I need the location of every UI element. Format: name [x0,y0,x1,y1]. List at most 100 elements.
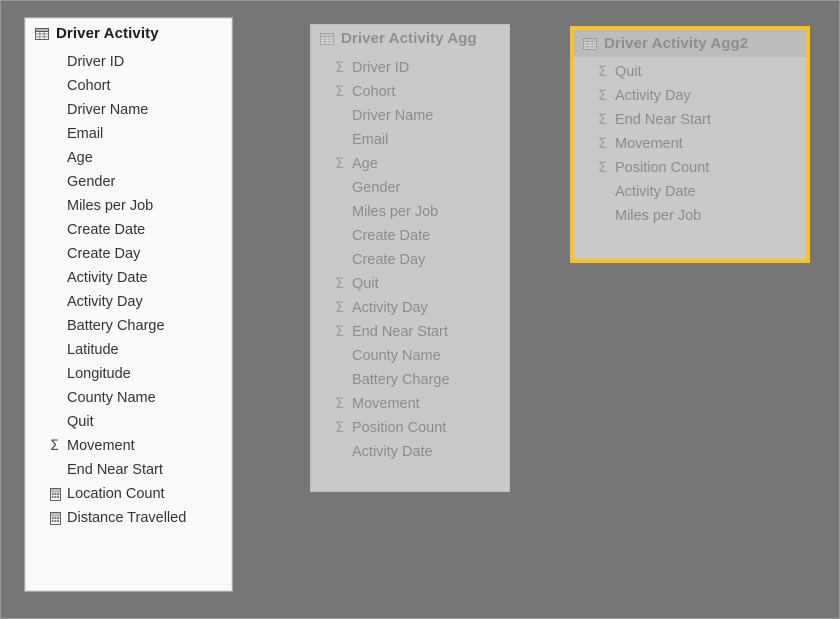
field-row[interactable]: End Near Start [26,458,231,482]
field-row[interactable]: Σ Activity Day [574,84,806,108]
field-label: Activity Date [352,443,433,460]
field-label: Gender [67,173,116,190]
field-row[interactable]: Create Day [26,242,231,266]
field-row[interactable]: Σ End Near Start [311,320,509,344]
model-diagram-canvas: Driver Activity Driver ID Cohort Driver Na… [0,0,840,619]
field-row[interactable]: Activity Date [26,266,231,290]
table-card-header[interactable]: Driver Activity Agg [311,25,509,52]
field-label: Cohort [352,83,396,100]
field-label: Driver Name [352,107,434,124]
field-row[interactable]: Driver ID [26,50,231,74]
field-label: Age [67,149,93,166]
table-card-header[interactable]: Driver Activity [26,19,231,46]
calculator-icon [50,487,67,501]
field-label: Activity Day [352,299,428,316]
field-label: End Near Start [615,111,711,128]
field-row[interactable]: County Name [311,344,509,368]
sigma-icon: Σ [335,83,344,100]
field-row[interactable]: Activity Date [311,440,509,464]
field-row[interactable]: Driver Name [311,104,509,128]
field-label: Position Count [615,159,710,176]
table-card-title: Driver Activity Agg2 [604,35,749,52]
field-row[interactable]: Σ Quit [311,272,509,296]
table-card-title: Driver Activity Agg [341,30,477,47]
field-row[interactable]: Miles per Job [311,200,509,224]
calculator-icon [50,511,67,525]
sigma-icon: Σ [335,323,344,340]
field-row[interactable]: Gender [311,176,509,200]
field-label: Quit [352,275,379,292]
field-row[interactable]: Σ End Near Start [574,108,806,132]
field-row[interactable]: Activity Day [26,290,231,314]
field-row[interactable]: Σ Quit [574,60,806,84]
field-label: County Name [352,347,441,364]
sigma-icon: Σ [598,63,607,80]
field-label: Create Day [352,251,426,268]
field-label: Location Count [67,485,165,502]
sigma-icon: Σ [598,111,607,128]
field-label: Driver ID [67,53,125,70]
field-row[interactable]: Σ Position Count [574,156,806,180]
field-row[interactable]: Battery Charge [26,314,231,338]
field-label: Quit [67,413,94,430]
table-card-driver-activity-agg[interactable]: Driver Activity Agg Σ Driver ID Σ Cohort Dri… [310,24,510,492]
sigma-icon: Σ [335,299,344,316]
field-row[interactable]: Driver Name [26,98,231,122]
field-label: Driver ID [352,59,410,76]
field-row[interactable]: Longitude [26,362,231,386]
field-row[interactable]: Create Day [311,248,509,272]
field-label: Position Count [352,419,447,436]
field-row[interactable]: Cohort [26,74,231,98]
field-row[interactable]: Create Date [311,224,509,248]
field-row[interactable]: Location Count [26,482,231,506]
sigma-icon: Σ [598,159,607,176]
field-label: Activity Day [67,293,143,310]
field-row[interactable]: Σ Movement [311,392,509,416]
field-list: Σ Driver ID Σ Cohort Driver Name Email Σ Age Gen… [311,52,509,464]
field-row[interactable]: Activity Date [574,180,806,204]
sigma-icon: Σ [335,275,344,292]
field-row[interactable]: Σ Movement [574,132,806,156]
table-card-driver-activity-agg2[interactable]: Driver Activity Agg2 Σ Quit Σ Activity Day Σ… [570,26,810,263]
field-row[interactable]: Latitude [26,338,231,362]
field-label: Email [67,125,104,142]
field-row[interactable]: Age [26,146,231,170]
field-row[interactable]: Miles per Job [574,204,806,228]
field-row[interactable]: County Name [26,386,231,410]
field-label: Create Date [352,227,431,244]
field-row[interactable]: Create Date [26,218,231,242]
field-row[interactable]: Σ Age [311,152,509,176]
field-label: Activity Day [615,87,691,104]
field-row[interactable]: Email [311,128,509,152]
field-label: Activity Date [615,183,696,200]
field-row[interactable]: Σ Movement [26,434,231,458]
field-row[interactable]: Miles per Job [26,194,231,218]
field-label: Cohort [67,77,111,94]
table-card-header[interactable]: Driver Activity Agg2 [574,30,806,57]
field-row[interactable]: Σ Activity Day [311,296,509,320]
field-label: Driver Name [67,101,149,118]
field-label: County Name [67,389,156,406]
sigma-icon: Σ [598,87,607,104]
sigma-icon: Σ [335,395,344,412]
field-label: Miles per Job [67,197,154,214]
field-label: Activity Date [67,269,148,286]
field-row[interactable]: Σ Driver ID [311,56,509,80]
field-row[interactable]: Σ Position Count [311,416,509,440]
field-label: Create Day [67,245,141,262]
field-label: Movement [352,395,420,412]
field-row[interactable]: Σ Cohort [311,80,509,104]
field-row[interactable]: Distance Travelled [26,506,231,530]
field-label: Distance Travelled [67,509,187,526]
field-label: Movement [615,135,683,152]
field-label: Latitude [67,341,119,358]
sigma-icon: Σ [335,59,344,76]
field-row[interactable]: Email [26,122,231,146]
field-label: Email [352,131,389,148]
field-row[interactable]: Battery Charge [311,368,509,392]
field-list: Driver ID Cohort Driver Name Email Age Gender… [26,46,231,530]
field-row[interactable]: Gender [26,170,231,194]
field-row[interactable]: Quit [26,410,231,434]
field-label: Create Date [67,221,146,238]
table-card-driver-activity[interactable]: Driver Activity Driver ID Cohort Driver Na… [25,18,232,591]
